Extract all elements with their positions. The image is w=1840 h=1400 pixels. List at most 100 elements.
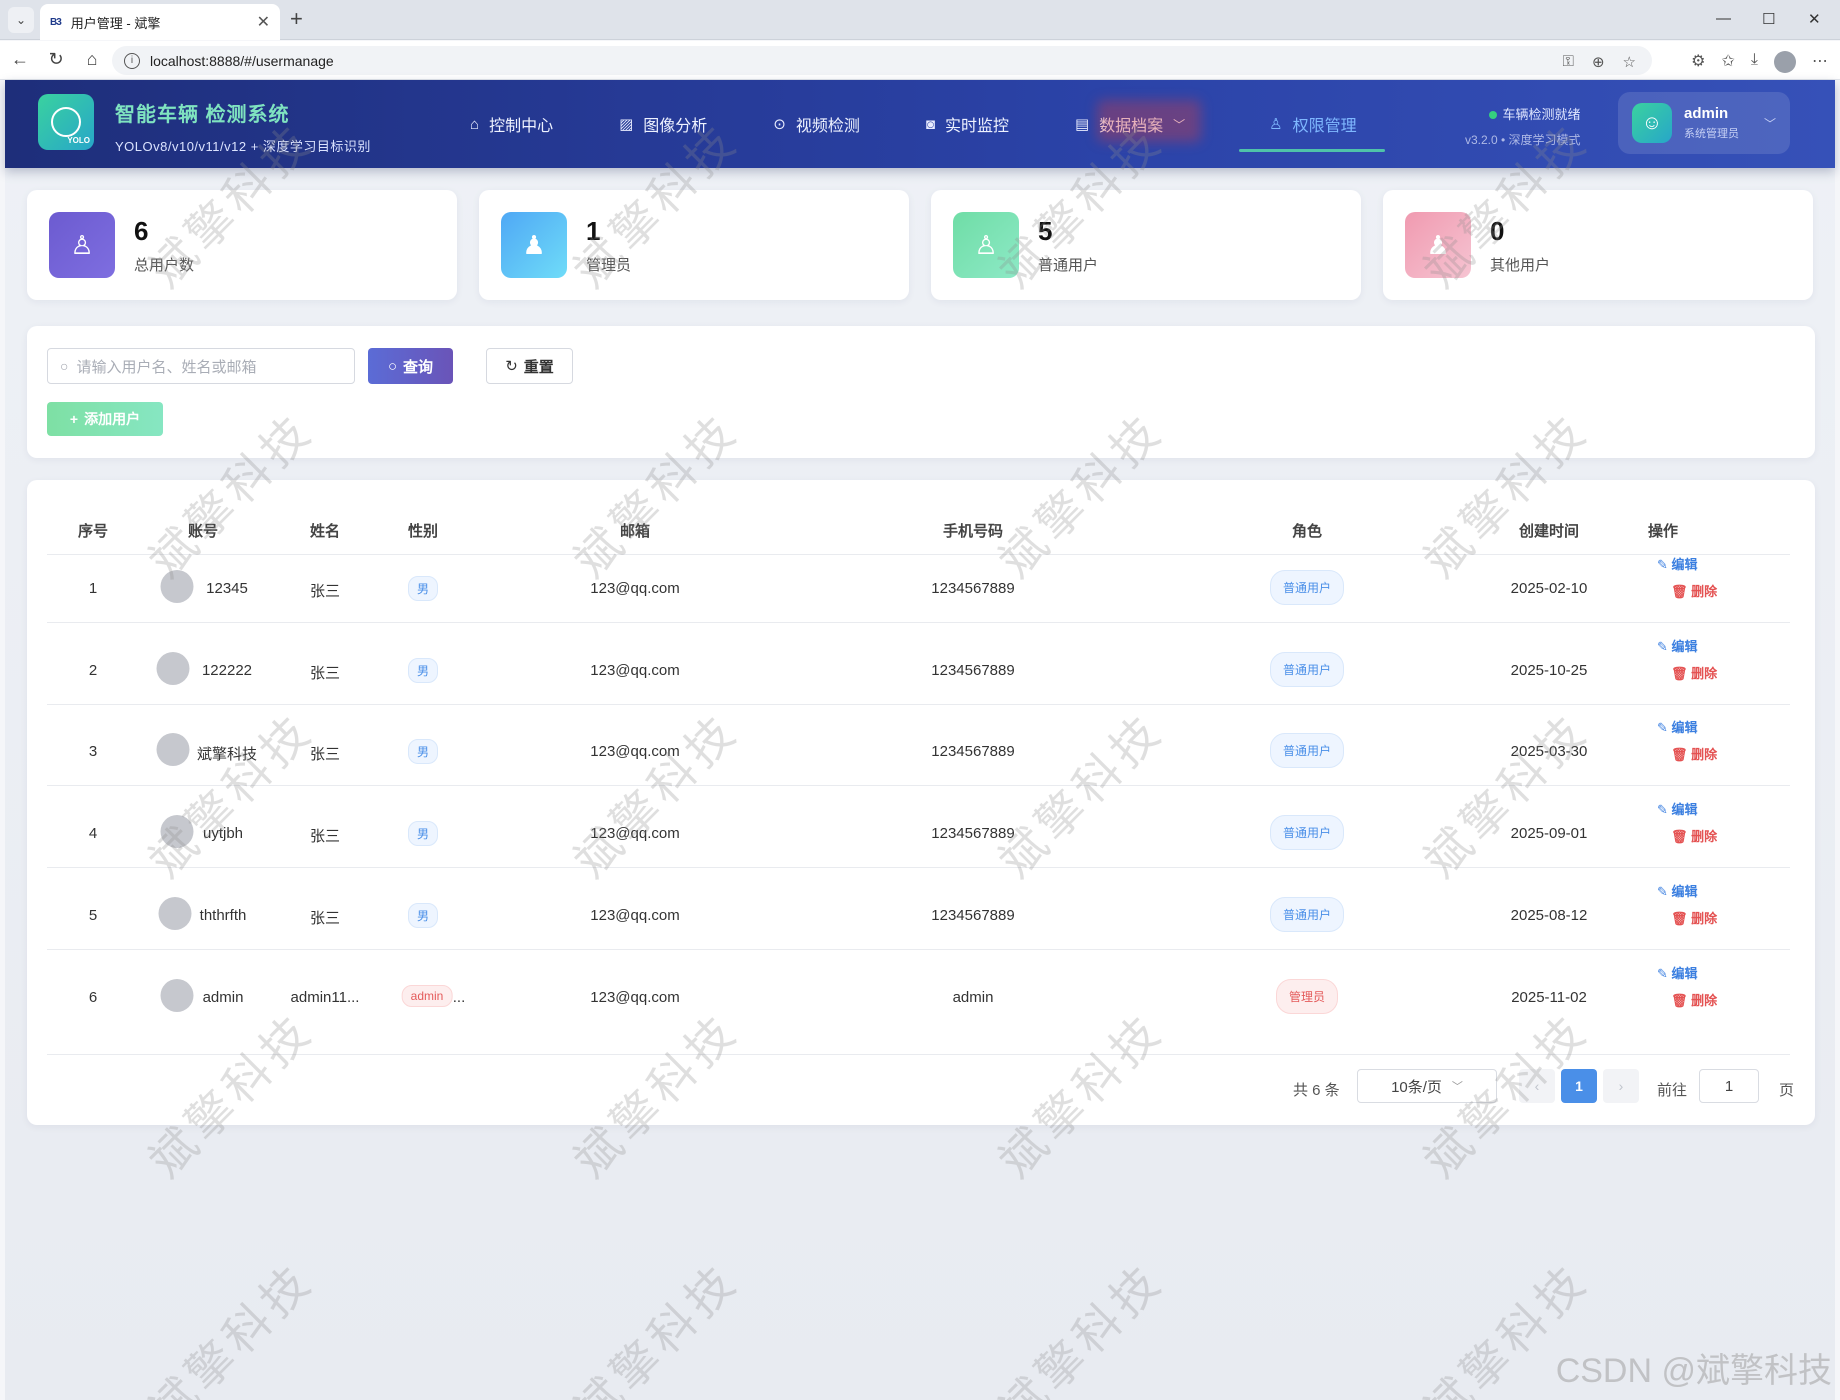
edit-label: 编辑: [1671, 720, 1698, 736]
brand-subtitle: YOLOv8/v10/v11/v12 + 深度学习目标识别: [115, 139, 371, 154]
more-icon[interactable]: ⋯: [1812, 51, 1828, 73]
stat-card-admin: ♟ 1 管理员: [479, 190, 909, 300]
cell-account: uytjbh: [202, 825, 244, 843]
cell-account: 12345: [206, 580, 248, 597]
goto-page-input[interactable]: 1: [1699, 1069, 1759, 1103]
browser-tab[interactable]: B3 用户管理 - 斌擎 ✕: [40, 4, 280, 40]
reset-button[interactable]: ↻ 重置: [486, 348, 573, 384]
edit-icon: ✎: [1657, 802, 1672, 818]
tab-strip: ⌄ B3 用户管理 - 斌擎 ✕ + — ☐ ✕: [0, 0, 1840, 40]
next-page-button[interactable]: ›: [1603, 1069, 1639, 1103]
edit-button[interactable]: ✎ 编辑: [1657, 717, 1698, 736]
cell-email: 123@qq.com: [590, 580, 680, 597]
nav-control-center[interactable]: ⌂ 控制中心: [470, 80, 553, 168]
favorites-icon[interactable]: ✩: [1722, 51, 1735, 73]
avatar: [160, 978, 194, 1012]
other-user-icon: ♟: [1405, 212, 1471, 278]
site-info-icon[interactable]: i: [124, 52, 140, 69]
user-avatar-icon: ☺: [1632, 103, 1672, 143]
nav-video-detection[interactable]: ⊙ 视频检测: [773, 80, 860, 168]
app-logo[interactable]: YOLO: [38, 94, 94, 150]
cell-gender-overflow: ...: [452, 988, 466, 1006]
query-button[interactable]: ○ 查询: [368, 348, 453, 384]
avatar: [158, 896, 192, 930]
page-size-select[interactable]: 10条/页 ﹀: [1357, 1069, 1497, 1103]
nav-data-archive[interactable]: ▤ 数据档案 ﹀: [1075, 80, 1185, 168]
edit-button[interactable]: ✎ 编辑: [1657, 636, 1698, 655]
reload-icon[interactable]: ↻: [44, 49, 68, 70]
user-table: 序号 账号 姓名 性别 邮箱 手机号码 角色 创建时间 操作 1 12345 张三男 123@qq.c…: [27, 480, 1815, 1125]
cell-created: 2025-08-12: [1510, 906, 1588, 924]
prev-page-button[interactable]: ‹: [1519, 1069, 1555, 1103]
download-icon[interactable]: ⤓: [1751, 51, 1758, 73]
edit-button[interactable]: ✎ 编辑: [1657, 963, 1698, 982]
edit-button[interactable]: ✎ 编辑: [1657, 799, 1698, 818]
cell-account: ththrfth: [199, 906, 247, 924]
stat-card-other: ♟ 0 其他用户: [1383, 190, 1813, 300]
delete-button[interactable]: 🗑 删除: [1671, 990, 1717, 1009]
table-header-divider: [47, 554, 1790, 555]
header-col-created: 创建时间: [1518, 523, 1580, 540]
delete-label: 删除: [1691, 910, 1718, 926]
close-window-icon[interactable]: ✕: [1808, 10, 1821, 28]
delete-button[interactable]: 🗑 删除: [1671, 908, 1717, 927]
gender-tag: 男: [407, 902, 439, 928]
header-col-email: 邮箱: [619, 523, 651, 540]
stat-value: 1: [586, 216, 601, 246]
url-field[interactable]: i localhost:8888/#/usermanage: [112, 46, 1652, 75]
zoom-icon[interactable]: ⊕: [1592, 53, 1605, 71]
user-menu[interactable]: ☺ admin 系统管理员 ﹀: [1618, 92, 1790, 154]
cell-name: 张三: [309, 828, 341, 846]
header-col-gender: 性别: [407, 523, 439, 540]
delete-label: 删除: [1691, 665, 1718, 681]
cell-email: 123@qq.com: [590, 661, 680, 679]
avatar: [156, 733, 190, 767]
home-browser-icon[interactable]: ⌂: [80, 49, 104, 70]
nav-label: 控制中心: [489, 118, 554, 135]
new-tab-button[interactable]: +: [290, 8, 303, 30]
page-number-current[interactable]: 1: [1561, 1069, 1597, 1103]
stat-value: 6: [134, 216, 149, 246]
key-icon[interactable]: ⚿: [1563, 53, 1574, 71]
query-label: 查询: [403, 358, 434, 376]
role-tag: 普通用户: [1269, 651, 1345, 687]
delete-button[interactable]: 🗑 删除: [1671, 581, 1717, 600]
stat-label: 总用户数: [134, 257, 195, 274]
tab-title: 用户管理 - 斌擎: [70, 15, 161, 31]
nav-image-analysis[interactable]: ▨ 图像分析: [619, 80, 707, 168]
close-tab-icon[interactable]: ✕: [257, 12, 270, 32]
delete-label: 删除: [1691, 992, 1718, 1008]
row-divider: [47, 867, 1790, 869]
nav-permission-management[interactable]: ♙ 权限管理: [1239, 80, 1386, 168]
stat-card-normal: ♙ 5 普通用户: [931, 190, 1361, 300]
search-input[interactable]: ○ 请输入用户名、姓名或邮箱: [47, 348, 355, 384]
back-icon[interactable]: ←: [8, 49, 32, 70]
edit-label: 编辑: [1671, 802, 1698, 818]
maximize-icon[interactable]: ☐: [1762, 10, 1775, 28]
user-icon: ♙: [1269, 116, 1283, 133]
avatar: [156, 651, 190, 685]
edit-button[interactable]: ✎ 编辑: [1657, 881, 1698, 900]
minimize-icon[interactable]: —: [1716, 10, 1731, 27]
nav-realtime-monitor[interactable]: ◙ 实时监控: [926, 80, 1009, 168]
tab-list-button[interactable]: ⌄: [8, 7, 34, 33]
profile-avatar[interactable]: [1774, 51, 1796, 73]
delete-button[interactable]: 🗑 删除: [1671, 663, 1717, 682]
nav-label: 数据档案: [1099, 118, 1164, 135]
system-status: 车辆检测就绪 v3.2.0 • 深度学习模式: [1465, 104, 1581, 148]
delete-button[interactable]: 🗑 删除: [1671, 826, 1717, 845]
logo-ring-icon: [51, 107, 81, 137]
gender-tag: 男: [407, 821, 439, 847]
header-col-index: 序号: [77, 523, 109, 540]
favorite-star-icon[interactable]: ☆: [1623, 53, 1636, 71]
edit-icon: ✎: [1657, 883, 1672, 899]
stat-label: 其他用户: [1490, 257, 1551, 274]
edit-icon: ✎: [1657, 557, 1672, 572]
cell-index: 5: [88, 906, 98, 924]
home-icon: ⌂: [470, 115, 480, 133]
delete-button[interactable]: 🗑 删除: [1671, 744, 1717, 763]
stat-label: 管理员: [586, 257, 632, 274]
add-user-button[interactable]: + 添加用户: [47, 402, 163, 436]
edit-button[interactable]: ✎ 编辑: [1657, 554, 1698, 573]
extensions-icon[interactable]: ⚙: [1691, 51, 1705, 73]
